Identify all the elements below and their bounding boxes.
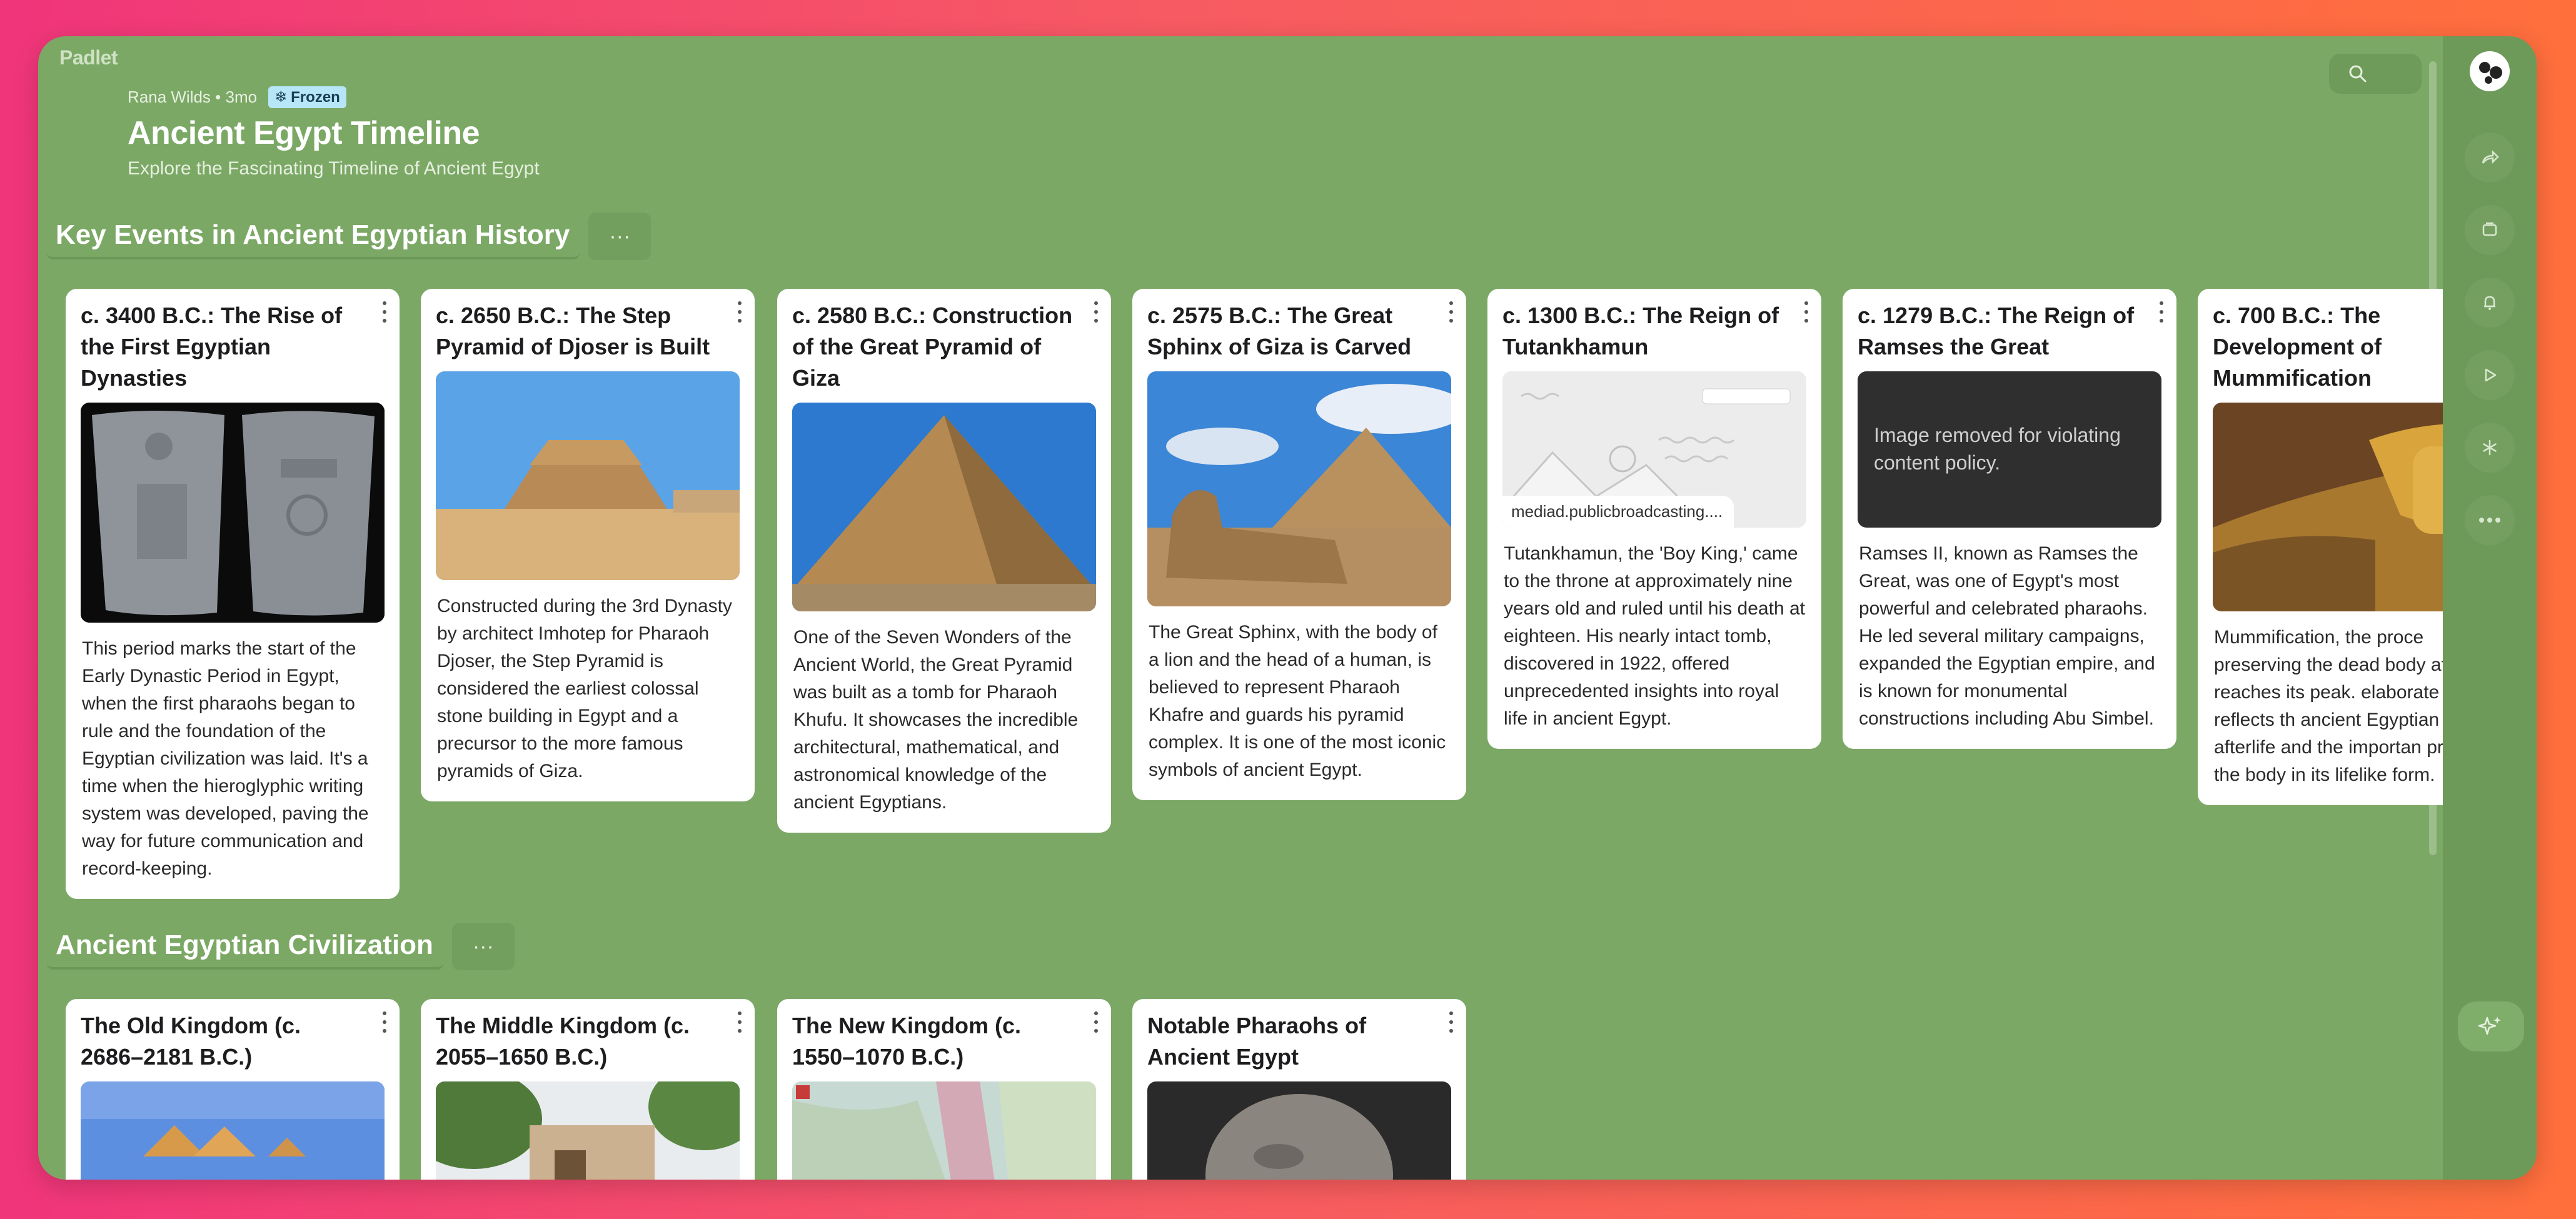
post-body: One of the Seven Wonders of the Ancient …	[793, 627, 1079, 813]
link-preview[interactable]: mediad.publicbroadcasting....	[1502, 371, 1806, 528]
padlet-logo[interactable]: Padlet	[59, 46, 118, 69]
post-title: c. 1300 B.C.: The Reign of Tutankhamun	[1502, 303, 1779, 359]
snowflake-icon: ❄	[274, 89, 288, 106]
section-title[interactable]: Ancient Egyptian Civilization	[47, 923, 443, 970]
kebab-menu-icon[interactable]	[1090, 301, 1102, 323]
frozen-badge-label: Frozen	[291, 88, 340, 106]
section-more-button[interactable]: ···	[588, 213, 652, 260]
post-body: Ramses II, known as Ramses the Great, wa…	[1859, 543, 2155, 729]
kebab-menu-icon[interactable]	[733, 301, 746, 323]
frozen-badge: ❄ Frozen	[268, 86, 346, 108]
post-title: The Old Kingdom (c. 2686–2181 B.C.)	[81, 1013, 301, 1070]
post-card[interactable]: c. 1300 B.C.: The Reign of Tutankhamun m…	[1487, 289, 1821, 749]
post-card[interactable]: c. 1279 B.C.: The Reign of Ramses the Gr…	[1843, 289, 2176, 749]
remake-button[interactable]	[2465, 205, 2515, 255]
sphinx-image[interactable]	[1147, 371, 1451, 606]
section-title[interactable]: Key Events in Ancient Egyptian History	[47, 213, 580, 259]
step-pyramid-image[interactable]	[436, 371, 740, 580]
kebab-menu-icon[interactable]	[1445, 301, 1457, 323]
more-options-button[interactable]	[2465, 495, 2515, 545]
kebab-menu-icon[interactable]	[2155, 301, 2168, 323]
kebab-menu-icon[interactable]	[1445, 1011, 1457, 1033]
middle-kingdom-image[interactable]	[436, 1081, 740, 1180]
frozen-status-button[interactable]	[2465, 423, 2515, 473]
post-card[interactable]: The New Kingdom (c. 1550–1070 B.C.)	[777, 999, 1111, 1180]
kebab-menu-icon[interactable]	[1800, 301, 1813, 323]
post-body: Tutankhamun, the 'Boy King,' came to the…	[1504, 543, 1805, 729]
kebab-menu-icon[interactable]	[1090, 1011, 1102, 1033]
post-card[interactable]: The Old Kingdom (c. 2686–2181 B.C.)	[66, 999, 400, 1180]
section-header-civilization: Ancient Egyptian Civilization ···	[47, 923, 515, 970]
board-header: Rana Wilds • 3mo ❄ Frozen Ancient Egypt …	[128, 86, 540, 179]
user-avatar[interactable]	[2470, 51, 2510, 91]
snowflake-icon	[2483, 439, 2497, 456]
remake-icon	[2482, 222, 2497, 236]
board-window: Padlet Rana Wilds • 3mo ❄ Frozen Ancient…	[38, 36, 2537, 1180]
board-title: Ancient Egypt Timeline	[128, 115, 480, 151]
post-title: c. 2650 B.C.: The Step Pyramid of Djoser…	[436, 303, 710, 359]
post-body: Constructed during the 3rd Dynasty by ar…	[437, 596, 732, 781]
share-arrow-icon	[2482, 149, 2499, 164]
post-title: c. 1279 B.C.: The Reign of Ramses the Gr…	[1858, 303, 2135, 359]
pharaohs-image[interactable]	[1147, 1081, 1451, 1180]
notifications-button[interactable]	[2465, 278, 2515, 328]
right-toolbar	[2443, 36, 2537, 1180]
kebab-menu-icon[interactable]	[378, 1011, 391, 1033]
ellipsis-icon	[2479, 518, 2500, 523]
play-icon	[2485, 368, 2497, 382]
sparkle-icon	[2478, 1016, 2501, 1035]
post-body: This period marks the start of the Early…	[82, 638, 369, 879]
bell-icon	[2484, 296, 2495, 310]
old-kingdom-image[interactable]	[81, 1081, 385, 1180]
post-card[interactable]: c. 2575 B.C.: The Great Sphinx of Giza i…	[1132, 289, 1466, 800]
post-body: The Great Sphinx, with the body of a lio…	[1149, 622, 1446, 780]
new-kingdom-map-image[interactable]	[792, 1081, 1096, 1180]
removed-image-notice: Image removed for violating content poli…	[1858, 371, 2161, 528]
post-card[interactable]: c. 2650 B.C.: The Step Pyramid of Djoser…	[421, 289, 755, 801]
kebab-menu-icon[interactable]	[378, 301, 391, 323]
post-title: Notable Pharaohs of Ancient Egypt	[1147, 1013, 1367, 1070]
search-button[interactable]	[2329, 54, 2422, 94]
post-title: c. 3400 B.C.: The Rise of the First Egyp…	[81, 303, 343, 391]
post-card[interactable]: The Middle Kingdom (c. 2055–1650 B.C.)	[421, 999, 755, 1180]
post-card[interactable]: Notable Pharaohs of Ancient Egypt	[1132, 999, 1466, 1180]
section-header-key-events: Key Events in Ancient Egyptian History ·…	[47, 213, 652, 260]
section-more-button[interactable]: ···	[451, 923, 515, 970]
kebab-menu-icon[interactable]	[733, 1011, 746, 1033]
post-title: c. 2580 B.C.: Construction of the Great …	[792, 303, 1073, 391]
link-domain: mediad.publicbroadcasting....	[1502, 496, 1734, 528]
post-title: The New Kingdom (c. 1550–1070 B.C.)	[792, 1013, 1022, 1070]
search-icon	[2349, 65, 2367, 83]
great-pyramid-image[interactable]	[792, 403, 1096, 611]
post-card[interactable]: c. 3400 B.C.: The Rise of the First Egyp…	[66, 289, 400, 899]
author-line[interactable]: Rana Wilds • 3mo	[128, 88, 257, 107]
board-meta: Rana Wilds • 3mo ❄ Frozen	[128, 86, 540, 108]
share-button[interactable]	[2465, 133, 2515, 183]
slideshow-button[interactable]	[2465, 350, 2515, 400]
post-card[interactable]: c. 2580 B.C.: Construction of the Great …	[777, 289, 1111, 833]
narmer-palette-image[interactable]	[81, 403, 385, 623]
post-title: c. 2575 B.C.: The Great Sphinx of Giza i…	[1147, 303, 1412, 359]
post-title: The Middle Kingdom (c. 2055–1650 B.C.)	[436, 1013, 690, 1070]
ai-magic-button[interactable]	[2458, 1001, 2524, 1051]
board-subtitle: Explore the Fascinating Timeline of Anci…	[128, 158, 540, 179]
